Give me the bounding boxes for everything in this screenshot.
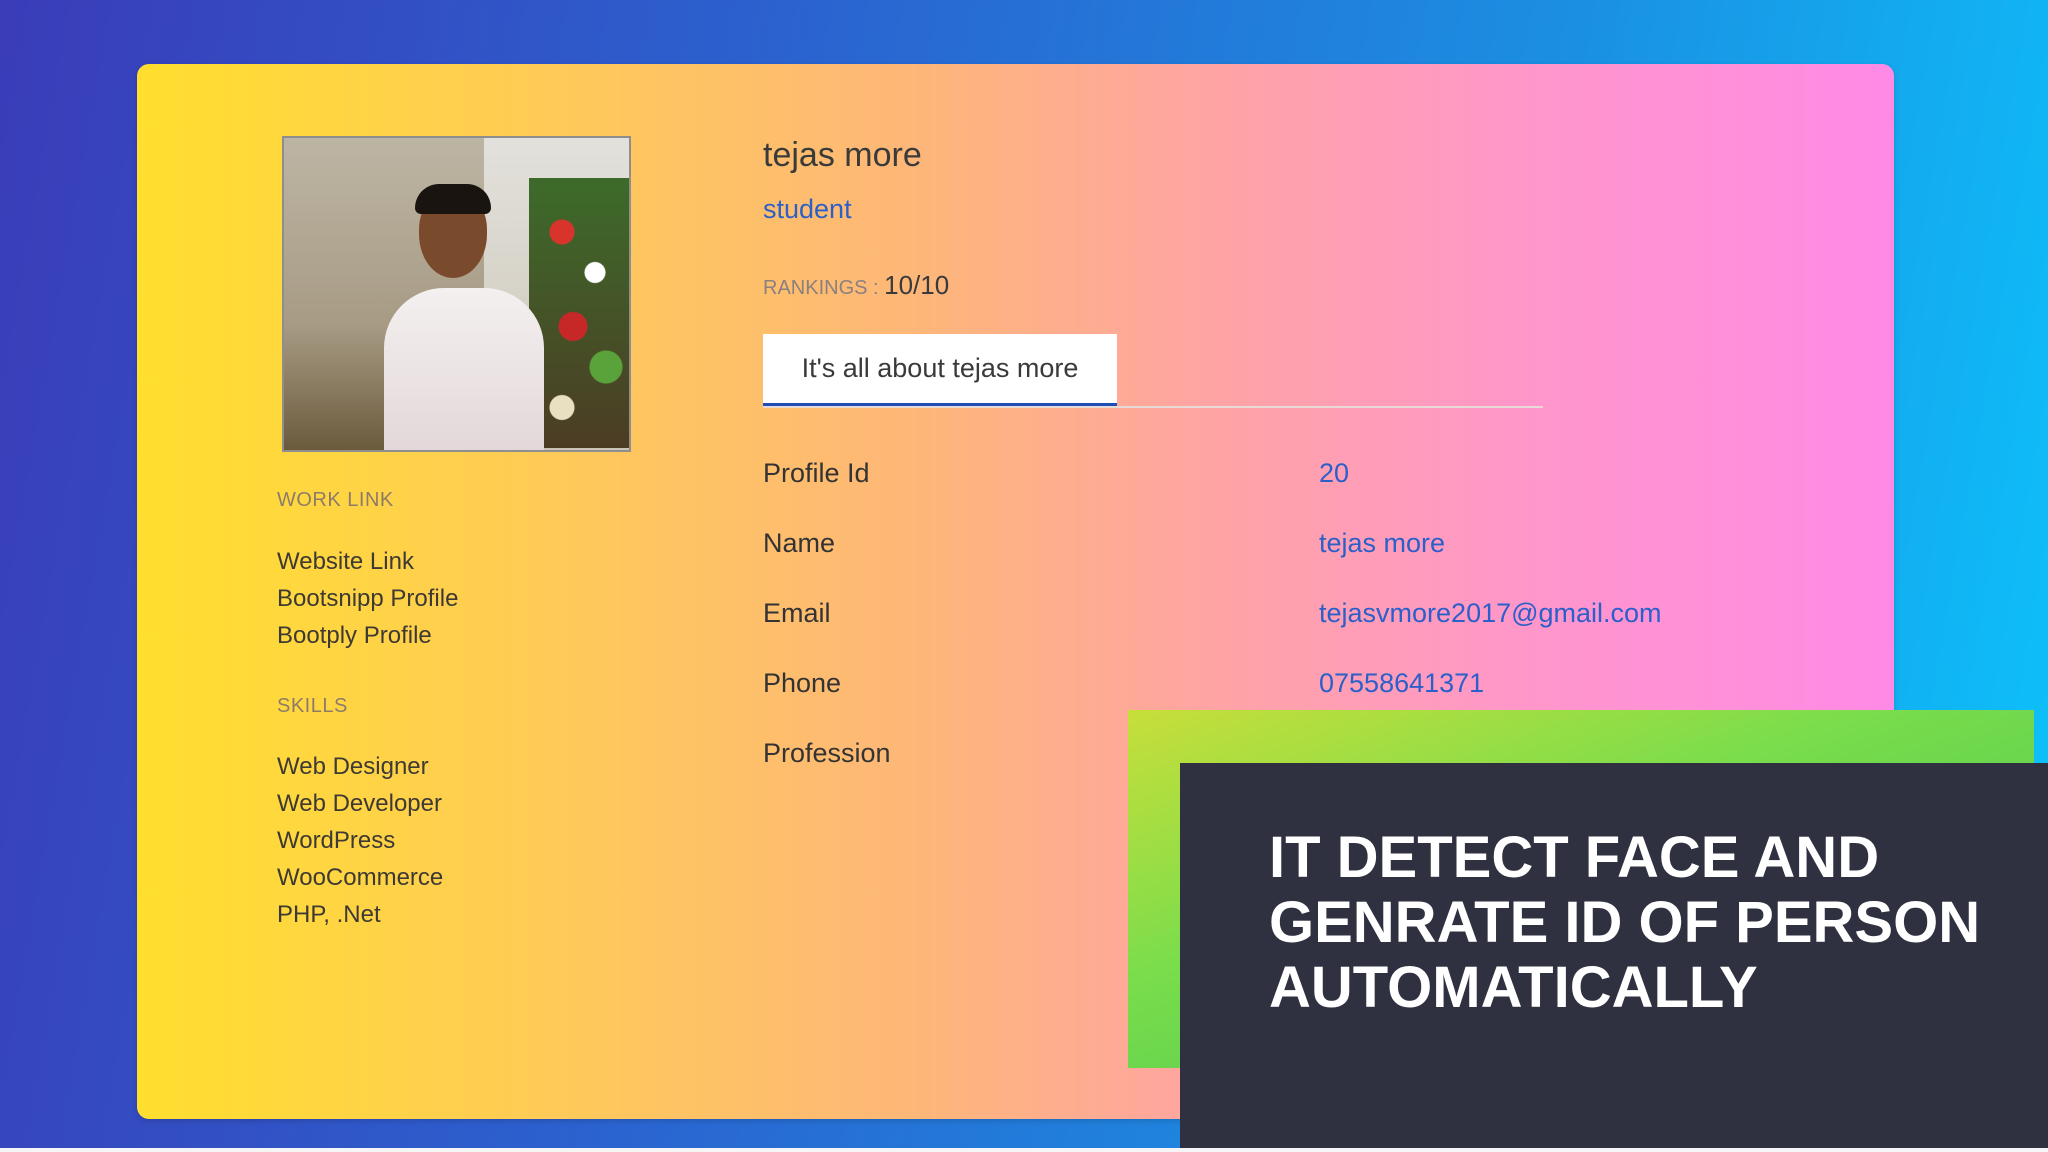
caption-panel: IT DETECT FACE AND GENRATE ID OF PERSON …: [1180, 763, 2048, 1152]
rankings: RANKINGS : 10/10: [763, 270, 949, 301]
profile-id-value: 20: [1319, 458, 1350, 488]
profession-label: Profession: [763, 738, 891, 768]
bottom-strip: [0, 1148, 2048, 1152]
email-label: Email: [763, 598, 831, 628]
caption-text: IT DETECT FACE AND GENRATE ID OF PERSON …: [1269, 825, 2029, 1020]
skill-item: WordPress: [277, 827, 396, 854]
profile-role: student: [763, 194, 852, 224]
phone-label: Phone: [763, 668, 842, 698]
skill-item: Web Designer: [277, 753, 429, 780]
skill-item: Web Developer: [277, 790, 442, 817]
skills-heading: SKILLS: [277, 695, 348, 717]
work-link-heading: WORK LINK: [277, 489, 394, 511]
caption-line: IT DETECT FACE AND: [1269, 825, 1880, 890]
phone-value: 07558641371: [1319, 668, 1485, 698]
email-value: tejasvmore2017@gmail.com: [1319, 598, 1662, 628]
bootply-profile-link[interactable]: Bootply Profile: [277, 622, 432, 650]
tab-bar: It's all about tejas more: [763, 334, 1543, 408]
caption-line: AUTOMATICALLY: [1269, 955, 1758, 1020]
profile-name: tejas more: [763, 136, 922, 174]
skill-item: PHP, .Net: [277, 901, 381, 928]
name-value: tejas more: [1319, 528, 1446, 558]
rankings-label: RANKINGS :: [763, 277, 879, 299]
website-link[interactable]: Website Link: [277, 548, 414, 576]
skill-item: WooCommerce: [277, 864, 444, 891]
tab-about[interactable]: It's all about tejas more: [763, 334, 1117, 406]
rankings-value: 10/10: [884, 270, 950, 300]
caption-line: GENRATE ID OF PERSON: [1269, 890, 1981, 955]
name-label: Name: [763, 528, 836, 558]
profile-photo: [282, 136, 631, 452]
bootsnipp-profile-link[interactable]: Bootsnipp Profile: [277, 585, 458, 613]
tab-divider: [763, 406, 1543, 408]
profile-id-label: Profile Id: [763, 458, 870, 488]
